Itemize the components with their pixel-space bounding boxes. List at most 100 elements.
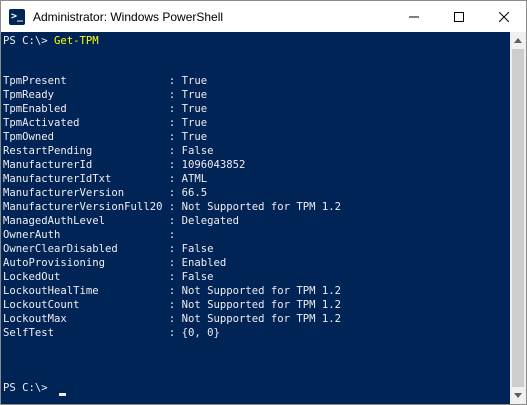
property-separator: : bbox=[66, 313, 182, 325]
property-value: True bbox=[181, 103, 208, 115]
property-value: Not Supported for TPM 1.2 bbox=[181, 313, 342, 325]
property-separator: : bbox=[66, 103, 182, 115]
property-row: ManagedAuthLevel : Delegated bbox=[1, 214, 239, 228]
property-key: AutoProvisioning bbox=[3, 257, 106, 269]
property-value: Not Supported for TPM 1.2 bbox=[181, 285, 342, 297]
text-cursor bbox=[59, 393, 66, 396]
property-separator: : bbox=[124, 187, 182, 199]
property-row: TpmReady : True bbox=[1, 88, 207, 102]
property-row: LockedOut : False bbox=[1, 270, 213, 284]
property-row: LockoutCount : Not Supported for TPM 1.2 bbox=[1, 298, 341, 312]
property-row: LockoutHealTime : Not Supported for TPM … bbox=[1, 284, 341, 298]
property-key: TpmEnabled bbox=[3, 103, 67, 115]
minimize-icon bbox=[408, 16, 419, 17]
property-key: RestartPending bbox=[3, 145, 93, 157]
property-value: Not Supported for TPM 1.2 bbox=[181, 201, 342, 213]
property-value: False bbox=[181, 243, 214, 255]
property-separator: : bbox=[162, 201, 182, 213]
property-row: RestartPending : False bbox=[1, 144, 213, 158]
property-row: ManufacturerIdTxt : ATML bbox=[1, 172, 207, 186]
property-key: OwnerClearDisabled bbox=[3, 243, 118, 255]
property-value: 1096043852 bbox=[181, 159, 246, 171]
property-row: TpmEnabled : True bbox=[1, 102, 207, 116]
property-row: SelfTest : {0, 0} bbox=[1, 326, 220, 340]
property-row: ManufacturerVersion : 66.5 bbox=[1, 186, 207, 200]
property-separator: : bbox=[54, 89, 182, 101]
property-key: LockoutHealTime bbox=[3, 285, 99, 297]
property-key: ManufacturerVersionFull20 bbox=[3, 201, 163, 213]
property-key: SelfTest bbox=[3, 327, 55, 339]
property-value: True bbox=[181, 89, 208, 101]
property-row: ManufacturerId : 1096043852 bbox=[1, 158, 245, 172]
scroll-up-button[interactable] bbox=[510, 32, 526, 49]
property-row: OwnerAuth : bbox=[1, 228, 182, 242]
property-key: TpmActivated bbox=[3, 117, 80, 129]
property-row: TpmOwned : True bbox=[1, 130, 207, 144]
property-key: ManufacturerId bbox=[3, 159, 93, 171]
prompt-line[interactable]: PS C:\> bbox=[1, 381, 54, 395]
property-key: ManagedAuthLevel bbox=[3, 215, 106, 227]
property-key: OwnerAuth bbox=[3, 229, 61, 241]
property-key: LockoutMax bbox=[3, 313, 67, 325]
property-separator: : bbox=[105, 257, 182, 269]
scroll-down-arrow-icon bbox=[514, 393, 522, 398]
window-controls bbox=[391, 1, 526, 32]
property-key: TpmReady bbox=[3, 89, 55, 101]
property-separator: : bbox=[79, 299, 182, 311]
property-separator: : bbox=[92, 159, 182, 171]
property-value: 66.5 bbox=[181, 187, 208, 199]
console-output[interactable]: PS C:\> Get-TPM TpmPresent : True TpmRead… bbox=[1, 32, 510, 404]
property-separator: : bbox=[117, 243, 182, 255]
property-separator: : bbox=[105, 215, 182, 227]
property-separator: : bbox=[54, 131, 182, 143]
property-value: ATML bbox=[181, 173, 208, 185]
close-icon bbox=[498, 11, 509, 22]
property-value: Delegated bbox=[181, 215, 240, 227]
powershell-icon-glyph: >_ bbox=[10, 10, 24, 22]
property-separator: : bbox=[54, 327, 182, 339]
window-title: Administrator: Windows PowerShell bbox=[33, 9, 224, 24]
property-key: ManufacturerIdTxt bbox=[3, 173, 112, 185]
property-value: {0, 0} bbox=[181, 327, 220, 339]
command-line: PS C:\> Get-TPM bbox=[1, 34, 99, 48]
property-row: LockoutMax : Not Supported for TPM 1.2 bbox=[1, 312, 341, 326]
scroll-thumb[interactable] bbox=[512, 49, 524, 387]
property-separator: : bbox=[60, 229, 182, 241]
scroll-up-arrow-icon bbox=[514, 38, 522, 43]
property-row: ManufacturerVersionFull20 : Not Supporte… bbox=[1, 200, 341, 214]
property-separator: : bbox=[111, 173, 182, 185]
command-text: Get-TPM bbox=[54, 35, 99, 47]
property-value: True bbox=[181, 75, 208, 87]
property-separator: : bbox=[79, 117, 182, 129]
maximize-icon bbox=[453, 11, 464, 22]
property-key: ManufacturerVersion bbox=[3, 187, 125, 199]
powershell-icon: >_ bbox=[9, 8, 25, 25]
minimize-button[interactable] bbox=[391, 1, 436, 32]
property-separator: : bbox=[98, 285, 182, 297]
property-value: False bbox=[181, 145, 214, 157]
property-separator: : bbox=[60, 271, 182, 283]
property-row: TpmActivated : True bbox=[1, 116, 207, 130]
property-value: Enabled bbox=[181, 257, 227, 269]
property-value: Not Supported for TPM 1.2 bbox=[181, 299, 342, 311]
property-value: False bbox=[181, 271, 214, 283]
powershell-window: >_ Administrator: Windows PowerShell PS … bbox=[0, 0, 527, 405]
property-row: TpmPresent : True bbox=[1, 74, 207, 88]
property-value: True bbox=[181, 131, 208, 143]
property-separator: : bbox=[92, 145, 182, 157]
property-separator: : bbox=[66, 75, 182, 87]
close-button[interactable] bbox=[481, 1, 526, 32]
maximize-button[interactable] bbox=[436, 1, 481, 32]
vertical-scrollbar[interactable] bbox=[510, 32, 526, 404]
prompt: PS C:\> bbox=[3, 35, 55, 47]
title-bar[interactable]: >_ Administrator: Windows PowerShell bbox=[1, 1, 526, 32]
property-key: TpmPresent bbox=[3, 75, 67, 87]
scroll-down-button[interactable] bbox=[510, 387, 526, 404]
property-row: AutoProvisioning : Enabled bbox=[1, 256, 226, 270]
property-key: TpmOwned bbox=[3, 131, 55, 143]
property-key: LockoutCount bbox=[3, 299, 80, 311]
property-key: LockedOut bbox=[3, 271, 61, 283]
property-row: OwnerClearDisabled : False bbox=[1, 242, 213, 256]
prompt: PS C:\> bbox=[3, 382, 55, 394]
property-value: True bbox=[181, 117, 208, 129]
